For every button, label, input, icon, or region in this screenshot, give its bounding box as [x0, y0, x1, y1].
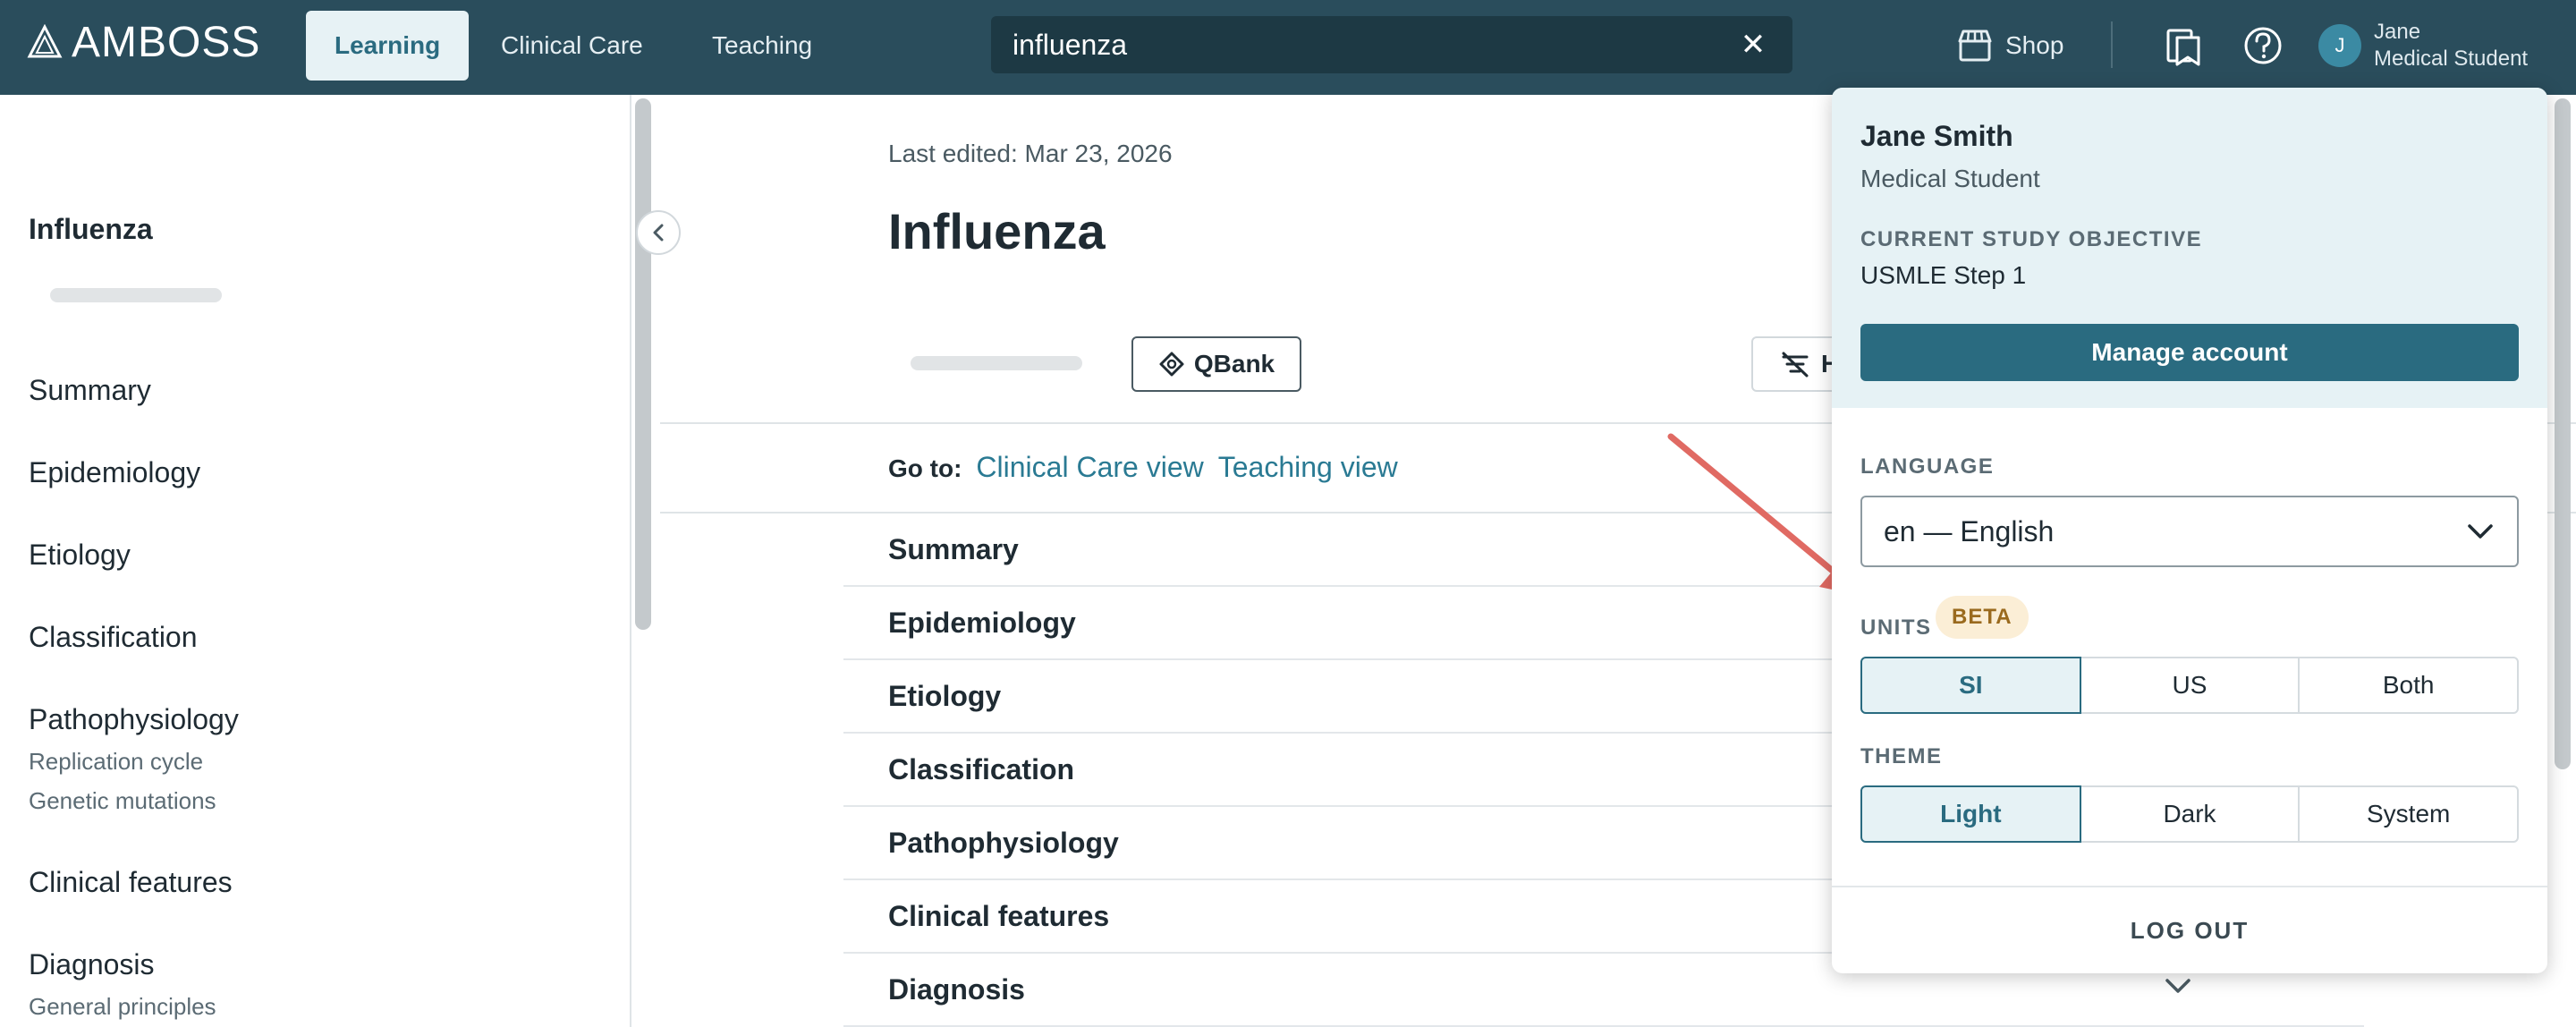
page-title: Influenza — [888, 203, 1106, 259]
header-divider — [2111, 21, 2113, 68]
clinical-care-view-link[interactable]: Clinical Care view — [976, 451, 1203, 484]
page-scrollbar[interactable] — [2555, 98, 2571, 769]
language-caption: LANGUAGE — [1860, 454, 1995, 479]
theme-option-system[interactable]: System — [2298, 785, 2520, 843]
top-navigation-bar: AMBOSS Learning Clinical Care Teaching ✕… — [0, 0, 2576, 95]
theme-option-light[interactable]: Light — [1860, 785, 2081, 843]
theme-option-dark[interactable]: Dark — [2079, 785, 2301, 843]
help-icon[interactable] — [2241, 23, 2284, 68]
logo-mark-icon — [27, 24, 63, 58]
search-bar: ✕ — [991, 16, 1792, 73]
avatar: J — [2318, 24, 2361, 67]
sidebar-scrollbar[interactable] — [635, 98, 651, 630]
qbank-icon — [1159, 352, 1184, 377]
sidebar-item-diagnosis[interactable]: Diagnosis — [29, 948, 155, 981]
sidebar-item-epidemiology[interactable]: Epidemiology — [29, 456, 200, 489]
language-value: en — English — [1884, 514, 2055, 547]
section-etiology[interactable]: Etiology — [888, 680, 1001, 713]
search-input[interactable] — [1013, 28, 1735, 62]
sidebar-subitem-general-principles[interactable]: General principles — [29, 993, 216, 1021]
section-clinical-features[interactable]: Clinical features — [888, 900, 1109, 933]
sidebar-subitem-replication-cycle[interactable]: Replication cycle — [29, 748, 203, 776]
user-menu-button[interactable]: J Jane Medical Student — [2318, 16, 2528, 75]
close-icon[interactable]: ✕ — [1735, 27, 1771, 63]
goto-bar: Go to: Clinical Care view Teaching view — [888, 451, 1398, 484]
store-icon — [1958, 30, 1992, 62]
account-panel-header: Jane Smith Medical Student CURRENT STUDY… — [1832, 88, 2547, 408]
study-objective-value: USMLE Step 1 — [1860, 261, 2027, 289]
sidebar-item-clinical-features[interactable]: Clinical features — [29, 866, 233, 899]
sidebar-title: Influenza — [29, 213, 153, 245]
sidebar-item-pathophysiology[interactable]: Pathophysiology — [29, 703, 239, 736]
loading-placeholder — [50, 288, 222, 302]
tab-clinical-care[interactable]: Clinical Care — [472, 11, 672, 81]
table-of-contents-sidebar: Influenza Summary Epidemiology Etiology … — [0, 95, 631, 1027]
theme-toggle: Light Dark System — [1860, 785, 2520, 843]
logout-button[interactable]: LOG OUT — [1832, 887, 2547, 973]
shop-label: Shop — [2005, 31, 2064, 59]
manage-account-button[interactable]: Manage account — [1860, 324, 2519, 381]
beta-badge: BETA — [1936, 596, 2029, 639]
theme-caption: THEME — [1860, 744, 1943, 768]
units-toggle: SI US Both — [1860, 657, 2520, 714]
sidebar-item-etiology[interactable]: Etiology — [29, 539, 131, 572]
loading-placeholder — [911, 356, 1082, 370]
sidebar-subitem-genetic-mutations[interactable]: Genetic mutations — [29, 787, 216, 815]
account-dropdown-panel: Jane Smith Medical Student CURRENT STUDY… — [1832, 88, 2547, 973]
units-option-si[interactable]: SI — [1860, 657, 2081, 714]
amboss-logo[interactable]: AMBOSS — [27, 18, 261, 66]
study-objective-caption: CURRENT STUDY OBJECTIVE — [1860, 227, 2203, 251]
qbank-label: QBank — [1193, 350, 1275, 378]
units-option-us[interactable]: US — [2079, 657, 2301, 714]
section-summary[interactable]: Summary — [888, 533, 1019, 566]
section-pathophysiology[interactable]: Pathophysiology — [888, 827, 1119, 860]
chevron-down-icon[interactable] — [2162, 975, 2194, 997]
user-role: Medical Student — [2374, 47, 2529, 71]
sidebar-item-classification[interactable]: Classification — [29, 621, 198, 654]
bookmarks-icon[interactable] — [2163, 23, 2206, 68]
logo-text: AMBOSS — [72, 18, 261, 66]
account-role: Medical Student — [1860, 165, 2040, 192]
tab-teaching[interactable]: Teaching — [683, 11, 841, 81]
section-diagnosis[interactable]: Diagnosis — [888, 973, 1025, 1006]
user-name: Jane — [2374, 20, 2421, 44]
tab-learning[interactable]: Learning — [306, 11, 470, 81]
units-option-both[interactable]: Both — [2298, 657, 2520, 714]
teaching-view-link[interactable]: Teaching view — [1218, 451, 1398, 484]
section-epidemiology[interactable]: Epidemiology — [888, 607, 1076, 640]
language-select[interactable]: en — English — [1860, 496, 2519, 567]
shop-button[interactable]: Shop — [1957, 23, 2063, 68]
section-classification[interactable]: Classification — [888, 753, 1074, 786]
sidebar-item-summary[interactable]: Summary — [29, 374, 151, 407]
filter-off-icon — [1782, 352, 1809, 378]
last-edited-text: Last edited: Mar 23, 2026 — [888, 140, 1173, 167]
qbank-button[interactable]: QBank — [1131, 336, 1301, 392]
units-caption: UNITS — [1860, 615, 1932, 640]
chevron-down-icon — [2468, 524, 2493, 539]
account-name: Jane Smith — [1860, 120, 2013, 152]
goto-label: Go to: — [888, 454, 962, 482]
